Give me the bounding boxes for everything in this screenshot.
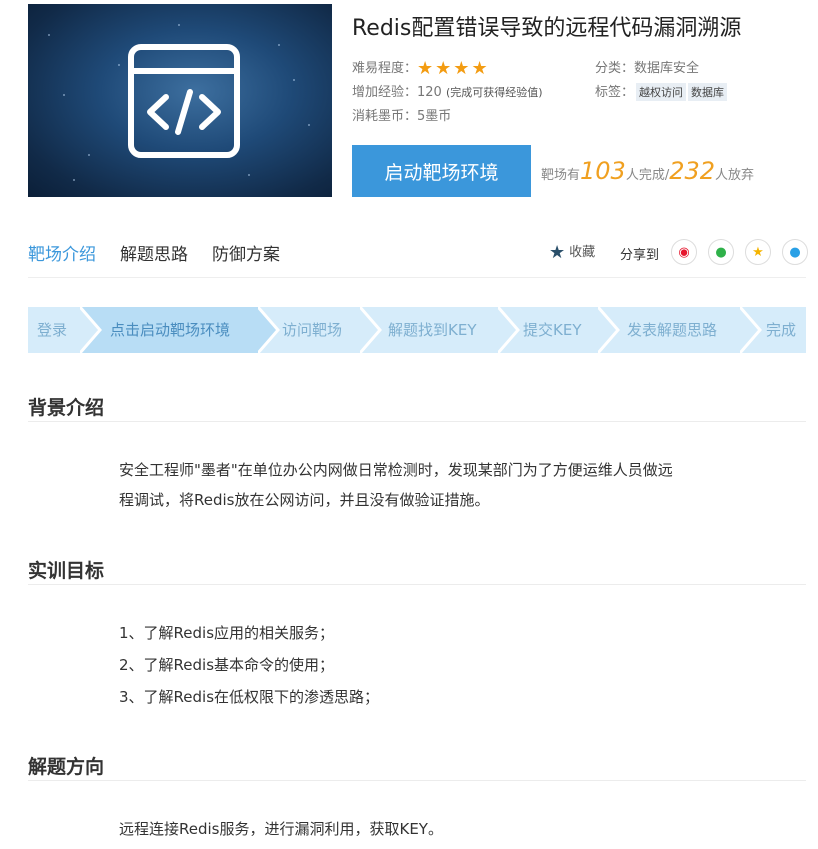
difficulty-row: 难易程度：★ ★ ★ ★ [352,57,490,79]
abandoned-count: 232 [669,157,716,185]
completed-count: 103 [580,157,626,185]
section-title-direction: 解题方向 [28,756,105,778]
favorite-label: 收藏 [569,245,596,260]
chevron-right-icon [80,307,102,353]
step-submit-key: 提交KEY [523,321,582,339]
qq-icon[interactable]: ● [782,239,808,265]
exp-note: (完成可获得经验值) [445,86,543,99]
favorite-button[interactable]: ★ 收藏 [549,241,595,263]
tab-solution-ideas[interactable]: 解题思路 [120,240,188,265]
exp-row: 增加经验：120 (完成可获得经验值) [352,81,543,100]
star-icon: ★ [435,58,452,79]
goal-item: 2、了解Redis基本命令的使用； [119,656,335,674]
lab-cover-image [28,4,332,197]
tag-item[interactable]: 越权访问 [636,83,687,101]
coin-value: 5墨币 [417,109,452,124]
category-label: 分类： [595,61,635,76]
category-row: 分类：数据库安全 [595,57,699,76]
weibo-icon[interactable]: ◉ [671,239,697,265]
lab-title: Redis配置错误导致的远程代码漏洞溯源 [352,16,742,41]
difficulty-stars: ★ ★ ★ ★ [417,58,490,79]
lab-stats: 靶场有103人完成/232人放弃 [541,157,754,185]
section-title-background: 背景介绍 [28,397,105,419]
tab-lab-intro[interactable]: 靶场介绍 [28,240,96,265]
chevron-right-icon [360,307,382,353]
chevron-right-icon [740,307,762,353]
section-title-goals: 实训目标 [28,560,105,582]
direction-text: 远程连接Redis服务，进行漏洞利用，获取KEY。 [119,820,443,838]
step-complete: 完成 [766,321,797,339]
tab-divider [28,277,806,278]
tab-defense-plan[interactable]: 防御方案 [212,240,280,265]
chevron-right-icon [598,307,620,353]
step-post-solution: 发表解题思路 [627,321,718,339]
section-divider [28,421,806,422]
exp-value: 120 [417,85,442,100]
star-icon: ★ [453,58,470,79]
goal-item: 1、了解Redis应用的相关服务； [119,624,335,642]
chevron-right-icon [498,307,520,353]
progress-steps: 登录 点击启动靶场环境 访问靶场 解题找到KEY 提交KEY 发表解题思路 完成 [28,307,806,353]
exp-label: 增加经验： [352,85,418,100]
star-icon: ★ [417,58,434,79]
step-find-key: 解题找到KEY [388,321,477,339]
star-icon: ★ [471,58,488,79]
qzone-icon[interactable]: ★ [745,239,771,265]
section-divider [28,584,806,585]
background-line: 安全工程师"墨者"在单位办公内网做日常检测时，发现某部门为了方便运维人员做远 [119,461,673,479]
step-login: 登录 [37,321,68,339]
chevron-right-icon [258,307,280,353]
step-start-environment: 点击启动靶场环境 [110,321,231,339]
share-label: 分享到 [620,248,660,263]
goal-item: 3、了解Redis在低权限下的渗透思路； [119,688,380,706]
start-lab-button[interactable]: 启动靶场环境 [352,145,531,197]
coin-label: 消耗墨币： [352,109,418,124]
star-icon: ★ [549,242,566,263]
code-window-icon [128,44,240,158]
completed-suffix: 人完成/ [625,168,670,183]
wechat-icon[interactable]: ● [708,239,734,265]
background-line: 程调试，将Redis放在公网访问，并且没有做验证措施。 [119,491,490,509]
category-value: 数据库安全 [634,61,700,76]
difficulty-label: 难易程度： [352,61,418,76]
tags-label: 标签： [595,85,635,100]
tags-row: 标签： 越权访问 数据库 [595,81,728,101]
abandoned-suffix: 人放弃 [715,168,755,183]
stats-prefix: 靶场有 [541,168,581,183]
step-visit-lab: 访问靶场 [282,321,343,339]
coin-row: 消耗墨币：5墨币 [352,105,451,124]
section-divider [28,780,806,781]
tag-item[interactable]: 数据库 [688,83,728,101]
